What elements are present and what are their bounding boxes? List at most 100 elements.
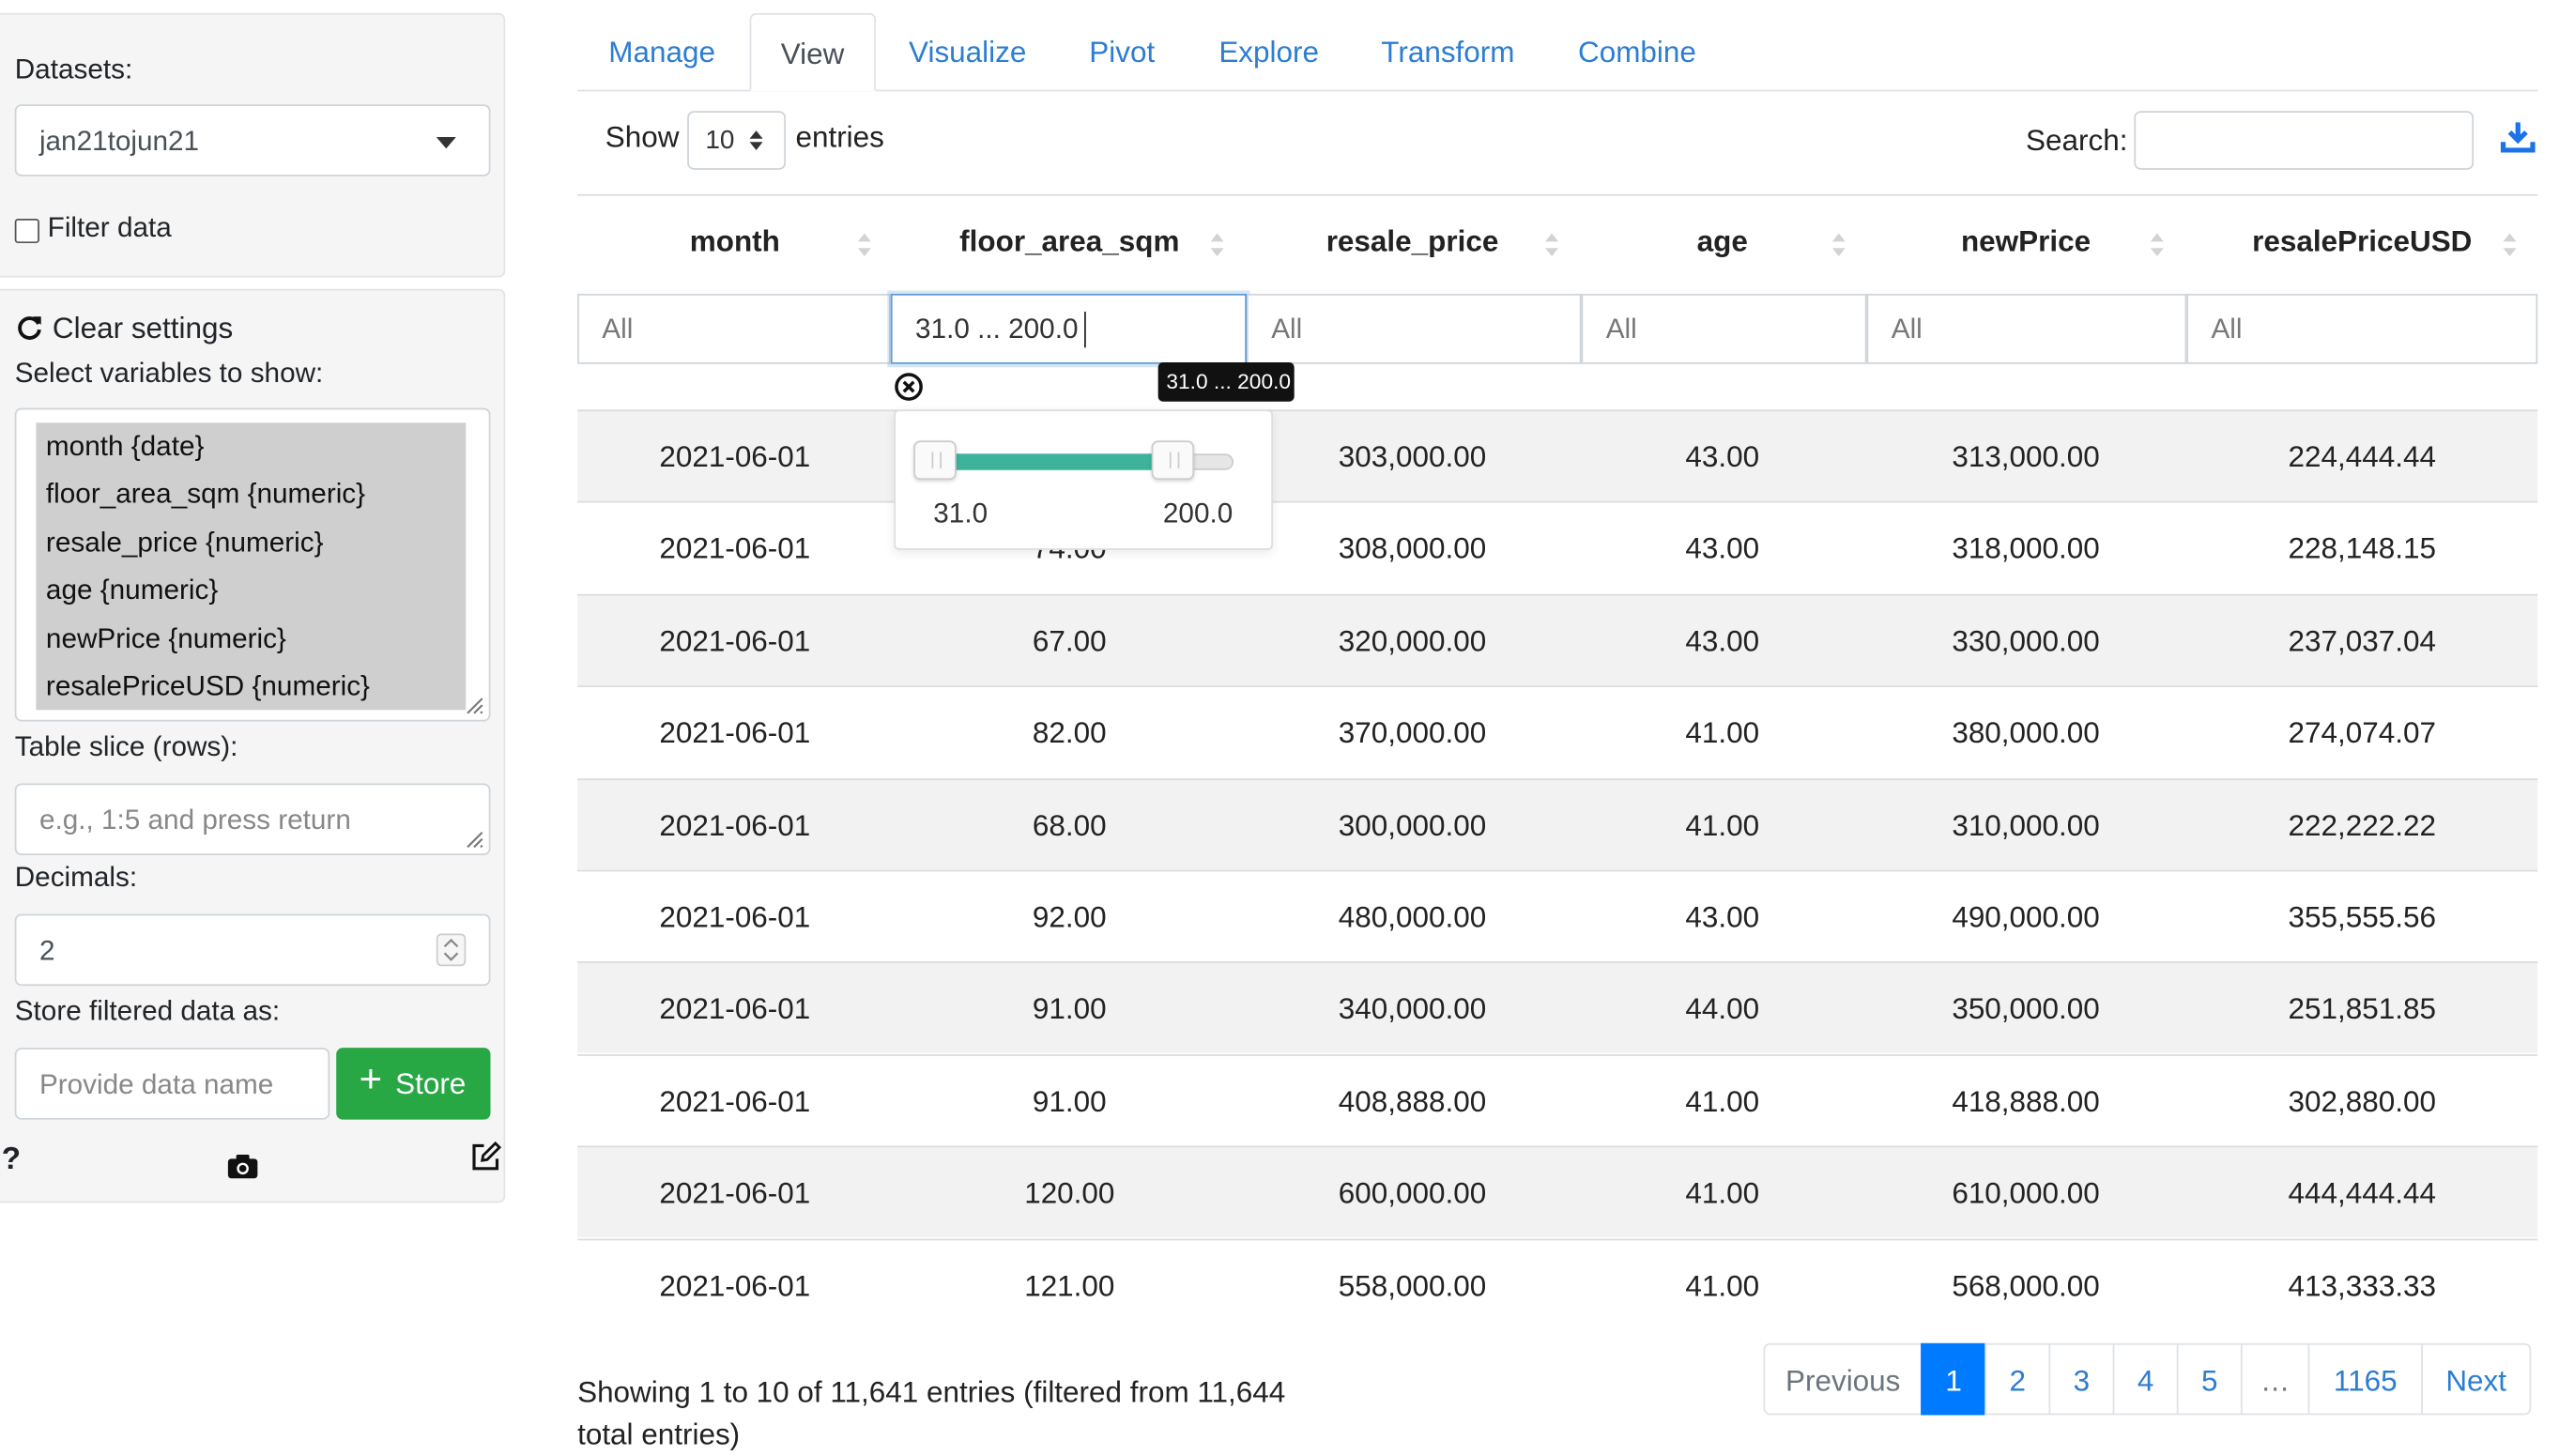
slider-min-handle[interactable] [913,440,957,481]
filter-tooltip-text: 31.0 ... 200.0 [1166,368,1292,394]
variable-option[interactable]: floor_area_sqm {numeric} [46,478,365,511]
pagination-page-1[interactable]: 1 [1921,1342,1987,1416]
page-length-select[interactable]: 10 [687,111,787,170]
table-row[interactable]: 2021-06-01 303,000.00 43.00 313,000.00 224,4… [577,409,2538,501]
tab-view-label: View [780,37,845,70]
number-stepper-icon[interactable] [436,933,467,967]
pagination-page-5[interactable]: 5 [2176,1342,2243,1416]
filter-tooltip: 31.0 ... 200.0 [1157,361,1295,402]
variable-option[interactable]: resale_price {numeric} [46,528,324,560]
table-row[interactable]: 2021-06-01 91.00 408,888.00 41.00 418,888.00… [577,1054,2538,1145]
filter-new-price[interactable]: All [1866,293,2187,364]
clear-filter-icon[interactable] [894,372,923,401]
table-slice-input[interactable]: e.g., 1:5 and press return [14,783,491,856]
table-cell-age: 41.00 [1685,1176,1760,1210]
table-cell-new-price: 310,000.00 [1952,809,2100,843]
range-slider-popup: 31.0 200.0 [894,409,1273,550]
column-header-resale-price[interactable]: resale_price [1264,225,1560,260]
store-name-input[interactable]: Provide data name [14,1048,330,1120]
tab-pivot[interactable]: Pivot [1089,36,1155,70]
filter-data-checkbox[interactable] [14,218,39,244]
column-header-resale-price-usd[interactable]: resalePriceUSD [2214,225,2510,260]
pagination-ellipsis: … [2240,1342,2310,1416]
resize-handle-icon[interactable] [465,696,484,715]
tab-transform[interactable]: Transform [1381,36,1514,70]
table-cell-month: 2021-06-01 [659,1085,811,1118]
pagination-next[interactable]: Next [2421,1342,2532,1416]
tab-manage[interactable]: Manage [608,36,715,70]
variable-option[interactable]: newPrice {numeric} [46,623,286,656]
edit-icon[interactable] [469,1141,502,1173]
filter-value: All [1271,313,1303,345]
tab-combine[interactable]: Combine [1578,36,1696,70]
decimals-input[interactable]: 2 [14,913,491,987]
clear-settings-link[interactable]: Clear settings [53,312,233,346]
sort-icon[interactable] [2149,230,2165,259]
table-cell-age: 43.00 [1685,440,1760,474]
refresh-icon[interactable] [15,314,44,343]
slider-max-handle[interactable] [1151,440,1195,481]
filter-resale-price-usd[interactable]: All [2186,293,2538,364]
filter-value: 31.0 ... 200.0 [915,313,1079,345]
table-cell-month: 2021-06-01 [659,1269,811,1303]
table-top-border [577,193,2538,196]
download-icon[interactable] [2500,119,2536,155]
filter-age[interactable]: All [1581,293,1867,364]
table-cell-age: 44.00 [1685,992,1760,1025]
tab-visualize[interactable]: Visualize [909,36,1026,70]
table-cell-age: 43.00 [1685,900,1760,934]
store-button[interactable]: + Store [336,1048,491,1120]
variable-option[interactable]: age {numeric} [46,575,218,607]
variable-option[interactable]: resalePriceUSD {numeric} [46,671,370,704]
camera-icon[interactable] [226,1152,262,1181]
table-cell-new-price: 418,888.00 [1952,1085,2100,1118]
table-row[interactable]: 2021-06-01 92.00 480,000.00 43.00 490,000.00… [577,869,2538,961]
table-cell-month: 2021-06-01 [659,1176,811,1210]
column-header-floor-area-sqm[interactable]: floor_area_sqm [922,225,1218,260]
table-row[interactable]: 2021-06-01 67.00 320,000.00 43.00 330,000.00… [577,593,2538,686]
filter-resale-price[interactable]: All [1247,293,1582,364]
table-cell-resale-price: 300,000.00 [1338,809,1487,843]
table-row[interactable]: 2021-06-01 120.00 600,000.00 41.00 610,000.0… [577,1145,2538,1237]
variable-option[interactable]: month {date} [46,431,204,464]
search-input[interactable] [2134,111,2475,170]
table-cell-resale-price-usd: 237,037.04 [2288,624,2436,658]
table-row[interactable]: 2021-06-0174.00308,000.0043.00318,000.00… [577,500,2538,592]
table-cell-age: 41.00 [1685,716,1760,750]
sort-icon[interactable] [1831,230,1846,259]
dataset-panel: Datasets: jan21tojun21 Filter data [0,12,506,278]
table-row[interactable]: 2021-06-01 121.00 558,000.00 41.00 568,000.0… [577,1238,2538,1330]
filter-floor-area-sqm[interactable]: 31.0 ... 200.0 [890,293,1248,364]
table-slice-placeholder: e.g., 1:5 and press return [38,805,351,836]
column-header-age[interactable]: age [1575,225,1871,260]
pagination-previous[interactable]: Previous [1763,1342,1923,1416]
tab-view[interactable]: View [749,12,877,92]
column-header-month[interactable]: month [588,225,883,260]
sort-icon[interactable] [1543,230,1559,259]
pagination-page-3[interactable]: 3 [2048,1342,2115,1416]
table-cell-resale-price: 308,000.00 [1338,531,1487,565]
filter-value: All [1605,313,1637,345]
table-cell-month: 2021-06-01 [659,716,811,750]
table-row[interactable]: 2021-06-01 91.00 340,000.00 44.00 350,000.00… [577,961,2538,1053]
resize-handle-icon[interactable] [465,829,484,849]
table-cell-resale-price-usd: 302,880.00 [2288,1085,2436,1118]
pagination-page-1165[interactable]: 1165 [2307,1342,2423,1416]
filter-month[interactable]: All [577,293,891,364]
variables-listbox[interactable]: month {date} floor_area_sqm {numeric} re… [14,407,491,722]
sort-icon[interactable] [1209,230,1225,259]
help-icon[interactable]: ? [2,1142,21,1178]
sort-icon[interactable] [2502,230,2518,259]
dataset-select[interactable]: jan21tojun21 [14,104,491,176]
pagination-page-4[interactable]: 4 [2112,1342,2179,1416]
table-row[interactable]: 2021-06-01 68.00 300,000.00 41.00 310,000.00… [577,778,2538,870]
table-row[interactable]: 2021-06-01 82.00 370,000.00 41.00 380,000.00… [577,685,2538,776]
table-cell-resale-price-usd: 224,444.44 [2288,440,2436,474]
sort-icon[interactable] [856,230,872,259]
pagination-page-2[interactable]: 2 [1984,1342,2051,1416]
tab-explore[interactable]: Explore [1218,36,1319,70]
table-cell-floor-area-sqm: 91.00 [1032,1085,1107,1118]
column-header-new-price[interactable]: newPrice [1878,225,2174,260]
table-cell-age: 41.00 [1685,809,1760,843]
table-cell-resale-price: 320,000.00 [1338,624,1487,658]
